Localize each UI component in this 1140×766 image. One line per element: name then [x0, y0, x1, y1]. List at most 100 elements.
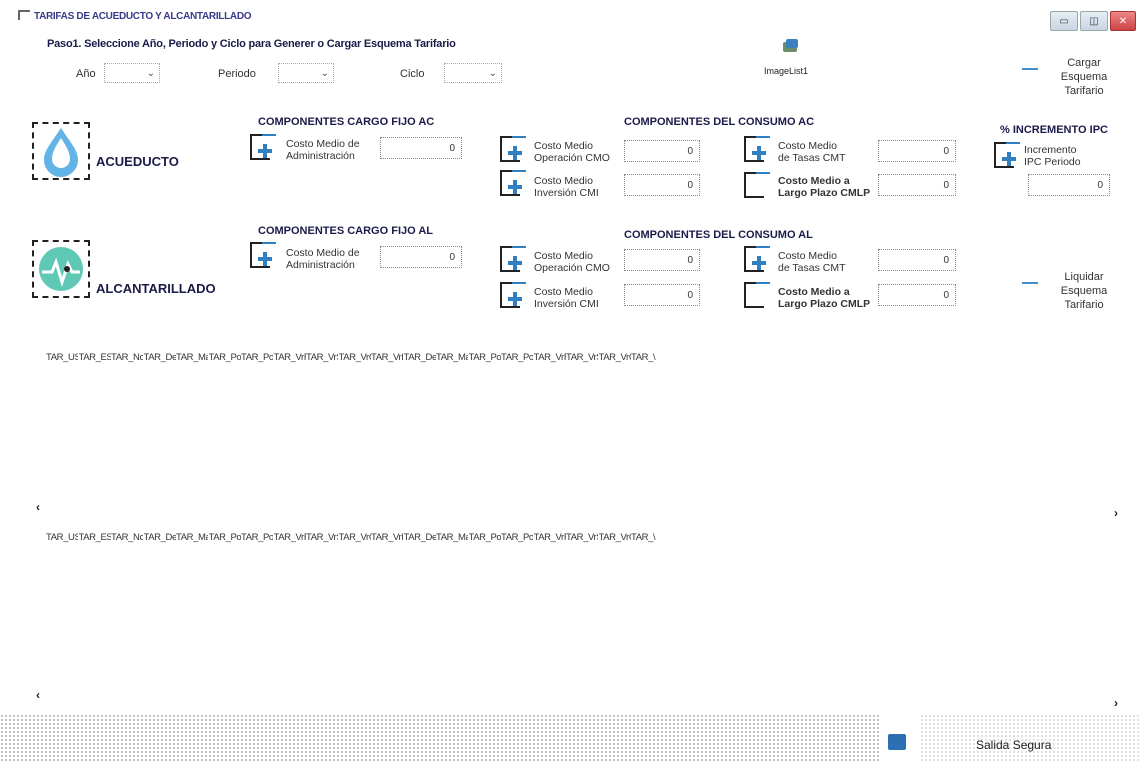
year-select[interactable]: ⌄ — [104, 63, 160, 83]
cmt-ac-label: Costo Medio de Tasas CMT — [778, 140, 846, 164]
period-label: Periodo — [218, 68, 256, 80]
cmo-ac-input[interactable]: 0 — [624, 140, 700, 162]
chevron-down-icon: ⌄ — [146, 67, 155, 79]
grid-1-header: TAR_USO_CTAR_EST_CTAR_NombTAR_DescriTAR_… — [46, 352, 1126, 366]
grid-column-header[interactable]: TAR_VrCon — [339, 532, 371, 543]
grid-column-header[interactable]: TAR_Descri — [404, 532, 436, 543]
ipc-input[interactable]: 0 — [1028, 174, 1110, 196]
cycle-label: Ciclo — [400, 68, 425, 80]
cmt-ac-input[interactable]: 0 — [878, 140, 956, 162]
load-scheme-button[interactable]: Cargar Esquema Tarifario — [1020, 56, 1120, 100]
grid-column-header[interactable]: TAR_MaxCc — [436, 532, 468, 543]
imagelist-icon — [782, 38, 800, 54]
chevron-down-icon: ⌄ — [320, 67, 329, 79]
grid-column-header[interactable]: TAR_VrCon — [339, 352, 371, 363]
grid-column-header[interactable]: TAR_VrReal — [534, 352, 566, 363]
cma-ac-icon — [250, 134, 276, 160]
grid-column-header[interactable]: TAR_EST_C — [79, 352, 111, 363]
grid-column-header[interactable]: TAR_VrReal — [534, 532, 566, 543]
sewer-icon — [39, 247, 83, 291]
water-drop-icon — [44, 128, 78, 177]
grid-column-header[interactable]: TAR_PorcCr — [241, 352, 273, 363]
load-scheme-label: Cargar Esquema Tarifario — [1060, 57, 1108, 97]
cmlp-ac-input[interactable]: 0 — [878, 174, 956, 196]
ipc-title: % INCREMENTO IPC — [1000, 124, 1108, 136]
cycle-select[interactable]: ⌄ — [444, 63, 502, 83]
grid-column-header[interactable]: TAR_Nomb — [111, 532, 143, 543]
consumo-al-title: COMPONENTES DEL CONSUMO AL — [624, 229, 813, 241]
grid-column-header[interactable]: TAR_VrSubs — [306, 532, 338, 543]
cmt-al-label: Costo Medio de Tasas CMT — [778, 250, 846, 274]
grid-column-header[interactable]: TAR_MaxCc — [436, 352, 468, 363]
imagelist-label: ImageList1 — [764, 66, 809, 76]
cmt-ac-icon — [744, 136, 770, 162]
ipc-icon — [994, 142, 1020, 168]
minimize-button[interactable]: ▭ — [1050, 11, 1078, 31]
grid-column-header[interactable]: TAR_PorcSu — [469, 532, 501, 543]
grid-column-header[interactable]: TAR_PorcSu — [209, 532, 241, 543]
grid-column-header[interactable]: TAR_VrReal — [274, 352, 306, 363]
cmi-al-input[interactable]: 0 — [624, 284, 700, 306]
acueducto-logo — [32, 122, 90, 180]
cmt-al-input[interactable]: 0 — [878, 249, 956, 271]
load-icon — [1022, 68, 1038, 78]
grid-column-header[interactable]: TAR_USO_C — [46, 532, 78, 543]
grid-column-header[interactable]: TAR_VrSubs — [566, 352, 598, 363]
grid-column-header[interactable]: TAR_Descri — [144, 352, 176, 363]
grid-column-header[interactable]: TAR_PorcSu — [469, 352, 501, 363]
cma-ac-label: Costo Medio de Administración — [286, 138, 360, 162]
cmlp-ac-icon — [744, 172, 770, 198]
grid-column-header[interactable]: TAR_\ — [631, 352, 663, 363]
grid-column-header[interactable]: TAR_Nomb — [111, 352, 143, 363]
grid-column-header[interactable]: TAR_VrReal — [274, 532, 306, 543]
grid-column-header[interactable]: TAR_USO_C — [46, 352, 78, 363]
cmi-al-icon — [500, 282, 526, 308]
grid-1-scroll-right[interactable]: › — [1114, 506, 1118, 520]
grid-2-scroll-right[interactable]: › — [1114, 696, 1118, 710]
step-instruction: Paso1. Seleccione Año, Periodo y Ciclo p… — [47, 38, 456, 50]
cma-al-input[interactable]: 0 — [380, 246, 462, 268]
grid-2-scroll-left[interactable]: ‹ — [36, 688, 40, 702]
grid-column-header[interactable]: TAR_Descri — [404, 352, 436, 363]
cmlp-al-icon — [744, 282, 770, 308]
liquidate-scheme-button[interactable]: Liquidar Esquema Tarifario — [1020, 270, 1120, 316]
maximize-button[interactable]: ◫ — [1080, 11, 1108, 31]
grid-1-scroll-left[interactable]: ‹ — [36, 500, 40, 514]
grid-column-header[interactable]: TAR_VrCon — [599, 352, 631, 363]
grid-column-header[interactable]: TAR_MaxCc — [176, 352, 208, 363]
footer-pattern — [0, 714, 880, 762]
grid-column-header[interactable]: TAR_PorcCr — [241, 532, 273, 543]
grid-column-header[interactable]: TAR_MaxCc — [176, 532, 208, 543]
chevron-down-icon: ⌄ — [488, 67, 497, 79]
cmi-ac-input[interactable]: 0 — [624, 174, 700, 196]
grid-column-header[interactable]: TAR_VrSubs — [306, 352, 338, 363]
cmo-al-label: Costo Medio Operación CMO — [534, 250, 610, 274]
cmt-al-icon — [744, 246, 770, 272]
ipc-label: Incremento IPC Periodo — [1024, 144, 1081, 168]
grid-column-header[interactable]: TAR_PorcSu — [209, 352, 241, 363]
cmo-al-input[interactable]: 0 — [624, 249, 700, 271]
grid-column-header[interactable]: TAR_EST_C — [79, 532, 111, 543]
grid-column-header[interactable]: TAR_PorcCr — [501, 532, 533, 543]
close-button[interactable]: ✕ — [1110, 11, 1136, 31]
cma-ac-input[interactable]: 0 — [380, 137, 462, 159]
safe-exit-button[interactable]: Salida Segura — [976, 738, 1051, 752]
cmi-ac-icon — [500, 170, 526, 196]
window-icon — [18, 10, 30, 20]
grid-column-header[interactable]: TAR_VrSubs — [566, 532, 598, 543]
consumo-ac-title: COMPONENTES DEL CONSUMO AC — [624, 116, 815, 128]
grid-column-header[interactable]: TAR_\ — [631, 532, 663, 543]
grid-column-header[interactable]: TAR_VrCon — [599, 532, 631, 543]
grid-column-header[interactable]: TAR_PorcCr — [501, 352, 533, 363]
cma-al-label: Costo Medio de Administración — [286, 247, 360, 271]
cmi-al-label: Costo Medio Inversión CMI — [534, 286, 599, 310]
grid-column-header[interactable]: TAR_Descri — [144, 532, 176, 543]
grid-column-header[interactable]: TAR_VrPlen — [371, 532, 403, 543]
grid-column-header[interactable]: TAR_VrPlen — [371, 352, 403, 363]
cmi-ac-label: Costo Medio Inversión CMI — [534, 175, 599, 199]
cmlp-al-input[interactable]: 0 — [878, 284, 956, 306]
liquidate-scheme-label: Liquidar Esquema Tarifario — [1060, 271, 1108, 311]
cmo-ac-label: Costo Medio Operación CMO — [534, 140, 610, 164]
liquidate-icon — [1022, 282, 1038, 292]
period-select[interactable]: ⌄ — [278, 63, 334, 83]
